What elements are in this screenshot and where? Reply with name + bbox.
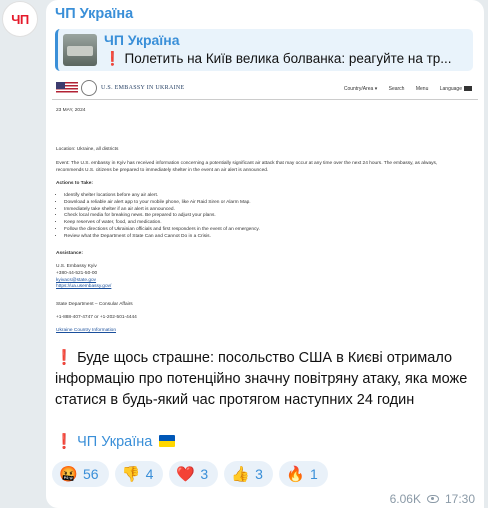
action-item: Follow the directions of Ukrainian offic… (64, 227, 456, 234)
embassy-nav: Country/Area ▾ Search Menu Language (334, 86, 472, 92)
doc-country-info: Ukraine Country Information (56, 328, 116, 333)
reaction-heart[interactable]: ❤️ 3 (169, 461, 219, 487)
nav-search: Search (388, 86, 405, 92)
message-meta: 6.06K 17:30 (390, 492, 475, 506)
reactions-bar: 🤬 56 👎 4 ❤️ 3 👍 3 🔥 1 (52, 461, 328, 487)
exclamation-icon: ❗ (55, 434, 74, 450)
header-divider (52, 99, 478, 100)
nav-menu: Menu (415, 86, 429, 92)
sender-name[interactable]: ЧП Україна (55, 6, 133, 22)
doc-state-dept: State Department – Consular Affairs (56, 302, 133, 307)
signature: ❗ ЧП Україна (55, 433, 176, 450)
doc-actions-list: Identify shelter locations before any ai… (56, 193, 456, 241)
doc-assistance: U.S. Embassy Kyiv +380-44-521-50-00 kyiv… (56, 264, 456, 291)
action-item: Keep reserves of water, food, and medica… (64, 220, 456, 227)
fire-icon: 🔥 (285, 466, 305, 483)
action-item: Review what the Department of State Can … (64, 234, 456, 241)
reaction-fire[interactable]: 🔥 1 (278, 461, 328, 487)
reply-preview[interactable]: ЧП Україна ❗ Полетить на Київ велика бол… (55, 29, 473, 71)
reaction-count: 3 (255, 466, 263, 482)
thumbs-down-icon: 👎 (121, 466, 141, 483)
reaction-angry[interactable]: 🤬 56 (52, 461, 109, 487)
message-text: ❗ Буде щось страшне: посольство США в Ки… (55, 350, 468, 408)
reaction-count: 1 (309, 466, 318, 482)
message-bubble: ЧП Україна ЧП Україна ❗ Полетить на Київ… (46, 0, 484, 508)
reply-thumbnail (63, 34, 97, 66)
reaction-thumbs-down[interactable]: 👎 4 (114, 461, 164, 487)
ukraine-flag-icon (159, 435, 176, 447)
action-item: Download a reliable air alert app to you… (64, 200, 456, 207)
doc-event: Event: The U.S. embassy in Kyiv has rece… (56, 161, 438, 173)
embassy-name: U.S. EMBASSY IN UKRAINE (101, 85, 185, 91)
eye-icon (426, 495, 439, 503)
nav-country: Country/Area ▾ (343, 86, 378, 92)
channel-avatar[interactable]: ЧП (2, 1, 38, 37)
signature-channel-link[interactable]: ЧП Україна (77, 434, 152, 450)
reaction-count: 3 (200, 466, 209, 482)
angry-face-icon: 🤬 (59, 466, 78, 483)
us-flag-icon (56, 82, 78, 94)
doc-date: 23 MAY, 2024 (56, 108, 86, 113)
assistance-url: https://ua.usembassy.gov/ (56, 284, 112, 290)
assistance-line: +380-44-521-50-00 (56, 270, 98, 276)
reply-sender-name: ЧП Україна (104, 32, 180, 48)
doc-state-phone: +1-888-407-4747 or +1-202-501-4444 (56, 315, 137, 320)
assistance-line: U.S. Embassy Kyiv (56, 264, 97, 269)
attached-image[interactable]: U.S. EMBASSY IN UKRAINE Country/Area ▾ S… (52, 78, 478, 340)
reaction-thumbs-up[interactable]: 👍 3 (224, 461, 273, 487)
embassy-seal-icon (81, 80, 97, 96)
reaction-count: 56 (83, 466, 99, 482)
view-count: 6.06K (389, 492, 421, 506)
doc-actions-title: Actions to Take: (56, 181, 93, 186)
reaction-count: 4 (145, 466, 154, 482)
language-icon (464, 86, 472, 92)
doc-location: Location: Ukraine, all districts (56, 147, 119, 152)
doc-assistance-title: Assistance: (56, 251, 83, 256)
reply-text: ❗ Полетить на Київ велика болванка: реаг… (104, 51, 452, 66)
thumbs-up-icon: 👍 (231, 466, 250, 483)
assistance-email: kyivacs@state.gov (56, 277, 97, 283)
action-item: Identify shelter locations before any ai… (64, 193, 456, 200)
message-time: 17:30 (444, 492, 475, 506)
nav-language: Language (439, 86, 462, 92)
heart-icon: ❤️ (176, 466, 196, 483)
